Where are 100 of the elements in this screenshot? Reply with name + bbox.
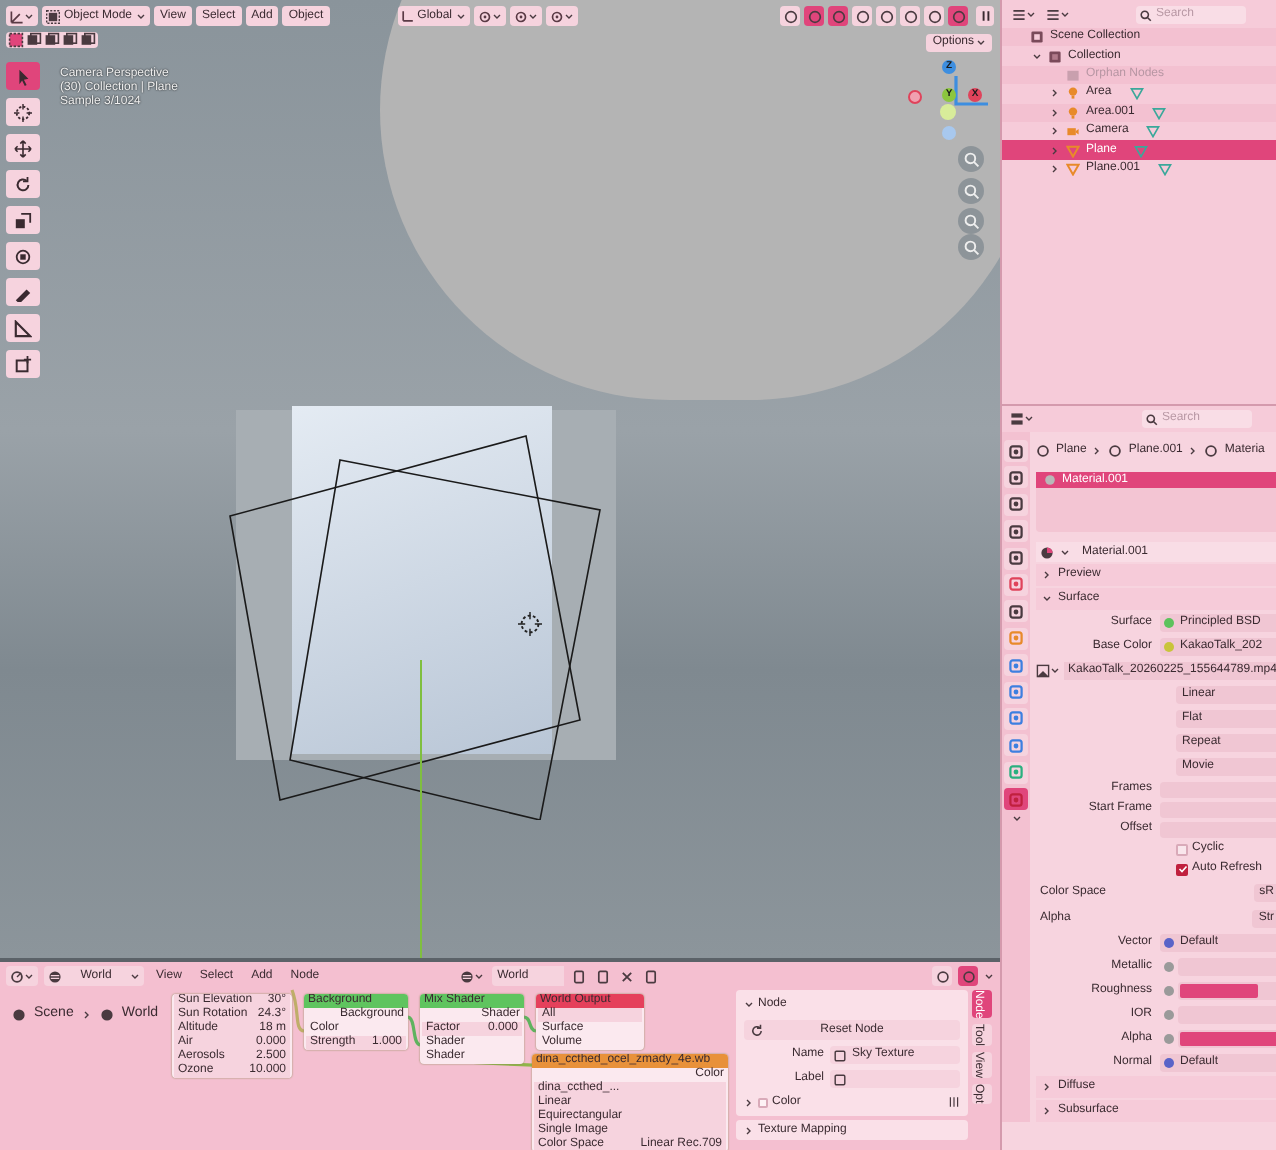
chevron-down-icon: [984, 971, 994, 981]
properties-icon: [1010, 412, 1024, 426]
chevron-down-icon: [24, 11, 34, 21]
transform-icon: [14, 247, 32, 265]
image-browse-button[interactable]: [1036, 664, 1060, 678]
chevron-down-icon: [24, 971, 34, 981]
datablock-button[interactable]: [617, 966, 636, 986]
chevron-right-icon: [1042, 570, 1052, 580]
datablock-button[interactable]: [641, 966, 660, 986]
editor-type-button[interactable]: [6, 966, 38, 986]
move-arrows-icon: [14, 139, 32, 157]
text-field[interactable]: [830, 1070, 960, 1088]
checkbox[interactable]: [758, 1097, 768, 1107]
chevron-down-icon: [1011, 814, 1021, 825]
collection-box-icon: [1048, 49, 1062, 64]
chevron-down-icon: [564, 11, 574, 21]
tab-icon: [1008, 603, 1024, 620]
render-tab[interactable]: [1004, 466, 1028, 489]
shading-button[interactable]: [828, 6, 848, 26]
tool-button[interactable]: [6, 170, 40, 198]
node-link: [523, 1015, 537, 1033]
tab-icon: [1008, 737, 1024, 754]
shading-button[interactable]: [876, 6, 896, 26]
add-cube-icon: [14, 355, 32, 373]
material-tab[interactable]: [1004, 788, 1028, 811]
invert-selection-icon: [62, 32, 78, 48]
shading-button[interactable]: [924, 6, 944, 26]
editor-type-button[interactable]: [1010, 410, 1034, 428]
checkmark-icon: [1177, 864, 1187, 874]
pause-button[interactable]: [976, 6, 994, 26]
tool-button[interactable]: [6, 242, 40, 270]
tool-button[interactable]: [6, 206, 40, 234]
constraints-tab[interactable]: [1004, 734, 1028, 757]
axes-icon: [10, 9, 24, 23]
toolbar-button[interactable]: [474, 6, 506, 26]
crosshair-icon: [14, 103, 32, 121]
chevron-down-icon: [473, 971, 484, 981]
physics-tab[interactable]: [1004, 707, 1028, 730]
shading-button[interactable]: [852, 6, 872, 26]
tab-icon: [1008, 576, 1024, 593]
chevron-down-icon: [1060, 547, 1070, 557]
pencil-icon: [14, 283, 32, 301]
node-editor-icon: [10, 969, 24, 983]
outliner-menu-button[interactable]: [1010, 6, 1038, 24]
scale-icon: [14, 211, 32, 229]
chevron-right-icon: [744, 1125, 754, 1135]
world-browse-button[interactable]: [457, 966, 486, 986]
cursor-3d-icon: [518, 612, 542, 636]
tab-icon: [1008, 469, 1024, 486]
chevron-down-icon: [1024, 414, 1034, 424]
extend-selection-icon: [26, 32, 42, 48]
chevron-right-icon: [1188, 445, 1199, 455]
tool-button[interactable]: [6, 98, 40, 126]
output-tab[interactable]: [1004, 493, 1028, 516]
tool-button[interactable]: [6, 350, 40, 378]
tool-button[interactable]: [6, 278, 40, 306]
lightbulb-icon: [1066, 86, 1080, 101]
tool-button[interactable]: [6, 314, 40, 342]
checkbox[interactable]: [1176, 843, 1188, 855]
tab-icon: [1008, 657, 1024, 674]
editor-type-button[interactable]: [6, 6, 38, 26]
datablock-button[interactable]: [593, 966, 612, 986]
view-layer-tab[interactable]: [1004, 520, 1028, 543]
tab-icon: [1008, 764, 1024, 781]
filter-list-icon: [1012, 8, 1026, 22]
chevron-down-icon: [744, 1000, 754, 1010]
tool-button[interactable]: [6, 134, 40, 162]
node-link: [290, 989, 305, 1033]
toolbar-button[interactable]: [510, 6, 542, 26]
display-mode-icon: [1046, 8, 1060, 22]
search-icon: [1146, 413, 1158, 425]
zoom-icon: [963, 151, 979, 167]
particles-tab[interactable]: [1004, 681, 1028, 704]
tab-icon: [1008, 496, 1024, 513]
shading-button[interactable]: [804, 6, 824, 26]
orphan-box-icon: [1066, 67, 1080, 82]
tab-icon: [1008, 791, 1024, 808]
outliner-menu-button[interactable]: [1044, 6, 1072, 24]
scene-tab[interactable]: [1004, 547, 1028, 570]
node-link: [407, 1015, 421, 1047]
shading-button[interactable]: [948, 6, 968, 26]
cube-select-icon: [46, 9, 60, 23]
modifier-tab[interactable]: [1004, 654, 1028, 677]
collection-tab[interactable]: [1004, 600, 1028, 623]
header-button[interactable]: [958, 966, 978, 986]
toolbar-button[interactable]: [546, 6, 578, 26]
pause-icon: [979, 10, 991, 22]
chevron-down-icon: [528, 11, 538, 21]
header-button[interactable]: [932, 966, 952, 986]
shading-button[interactable]: [780, 6, 800, 26]
tab-icon: [1008, 684, 1024, 701]
material-sphere-icon: [1044, 474, 1056, 486]
chevron-right-icon: [1042, 1106, 1052, 1116]
tools-tab[interactable]: [1004, 440, 1028, 462]
shading-button[interactable]: [900, 6, 920, 26]
chevron-down-icon: [130, 971, 140, 981]
datablock-button[interactable]: [569, 966, 588, 986]
new-selection-icon: [8, 32, 24, 48]
sliders-icon: [948, 1096, 960, 1108]
search-icon: [1140, 9, 1152, 21]
